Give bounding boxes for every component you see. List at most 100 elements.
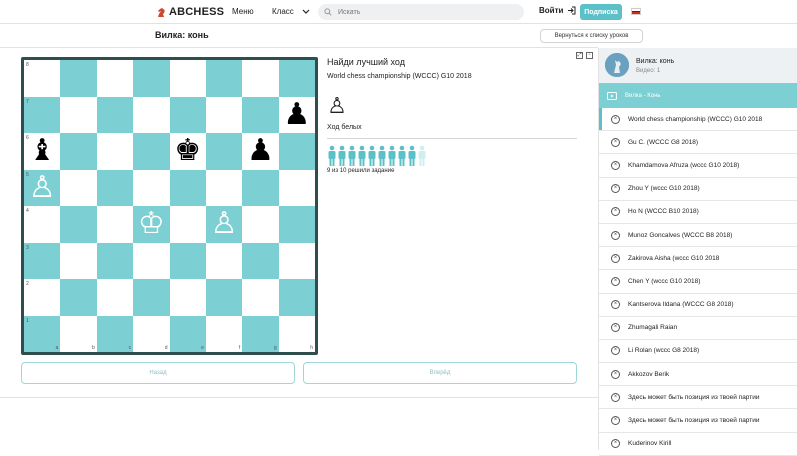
- square-g1[interactable]: g: [242, 315, 279, 352]
- square-a7[interactable]: 7: [24, 96, 61, 133]
- square-f8[interactable]: [205, 60, 243, 97]
- square-b4[interactable]: [60, 206, 97, 243]
- square-c6[interactable]: [96, 133, 134, 170]
- position-list-item[interactable]: × Chen Y (wccc G10 2018): [599, 270, 797, 294]
- square-e6[interactable]: ♚: [169, 133, 206, 170]
- white-pawn-c4-icon[interactable]: ♙: [97, 206, 133, 243]
- square-h1[interactable]: h: [278, 315, 315, 352]
- subscribe-button[interactable]: Подписка: [580, 4, 622, 20]
- position-list-item[interactable]: × Gu C. (WCCC G8 2018): [599, 131, 797, 155]
- square-c4[interactable]: ♙: [96, 206, 134, 243]
- square-c1[interactable]: c: [96, 315, 134, 352]
- square-g8[interactable]: [242, 60, 279, 97]
- position-list-item[interactable]: × Здесь может быть позиция из твоей парти…: [599, 386, 797, 410]
- square-d5[interactable]: [133, 169, 170, 206]
- square-f5[interactable]: [205, 169, 243, 206]
- square-d7[interactable]: [133, 96, 170, 133]
- black-pawn-h7-icon[interactable]: ♟: [279, 97, 315, 134]
- square-f2[interactable]: [205, 279, 243, 316]
- square-g5[interactable]: [242, 169, 279, 206]
- back-to-lessons-button[interactable]: Вернуться к списку уроков: [540, 29, 643, 43]
- lesson-header[interactable]: Вилка: конь Видео: 1: [599, 48, 797, 83]
- square-a8[interactable]: 8: [24, 60, 61, 97]
- white-king-d4-icon[interactable]: ♔: [133, 206, 169, 243]
- position-list-item[interactable]: × Kantserova Ildana (WCCC G8 2018): [599, 294, 797, 317]
- square-f3[interactable]: [205, 242, 243, 279]
- square-g7[interactable]: [242, 96, 279, 133]
- square-d2[interactable]: [133, 279, 170, 316]
- square-g6[interactable]: ♟: [242, 133, 279, 170]
- square-c3[interactable]: [96, 242, 134, 279]
- square-b6[interactable]: [60, 133, 97, 170]
- square-b1[interactable]: b: [60, 315, 97, 352]
- square-h6[interactable]: [278, 133, 315, 170]
- square-e3[interactable]: [169, 242, 206, 279]
- square-f1[interactable]: f: [205, 315, 243, 352]
- white-pawn-h3-icon[interactable]: ♙: [279, 243, 315, 280]
- square-a1[interactable]: 1a: [24, 315, 61, 352]
- square-f4[interactable]: ♙: [205, 206, 243, 243]
- square-c2[interactable]: [96, 279, 134, 316]
- white-pawn-d3-icon[interactable]: ♙: [133, 243, 169, 280]
- square-e8[interactable]: [169, 60, 206, 97]
- square-g3[interactable]: [242, 242, 279, 279]
- square-d4[interactable]: ♔: [133, 206, 170, 243]
- login-button[interactable]: Войти: [539, 6, 576, 15]
- square-d1[interactable]: d: [133, 315, 170, 352]
- chess-board[interactable]: 8 7 ♟ 6 ♝ ♚ ♟ 5 ♙ 4 ♙ ♔ ♙ ♙ 3 ♘ ♙ ♙ 2 1 a b c d e f g h: [21, 57, 318, 355]
- square-e1[interactable]: e: [169, 315, 206, 352]
- position-list-item[interactable]: × Ho N (WCCC B10 2018): [599, 201, 797, 224]
- square-e2[interactable]: [169, 279, 206, 316]
- white-pawn-a5-icon[interactable]: ♙: [24, 170, 60, 207]
- fullscreen-icon[interactable]: ⤢: [576, 52, 583, 59]
- back-button[interactable]: Назад: [21, 362, 295, 384]
- position-list-item[interactable]: × Akkozov Berik: [599, 363, 797, 387]
- white-knight-b3-icon[interactable]: ♘: [60, 243, 96, 280]
- logo[interactable]: ABCHESS: [155, 6, 224, 18]
- menu-link[interactable]: Меню: [232, 7, 254, 16]
- square-h3[interactable]: ♙: [278, 242, 315, 280]
- square-c7[interactable]: [96, 96, 134, 133]
- position-list-item[interactable]: × Khamdamova Afruza (wccc G10 2018): [599, 154, 797, 178]
- position-list-item[interactable]: × Munoz Goncalves (WCCC B8 2018): [599, 224, 797, 248]
- square-b5[interactable]: [60, 169, 97, 206]
- black-bishop-a6-icon[interactable]: ♝: [24, 133, 60, 170]
- position-list-item[interactable]: × Zhumagali Raian: [599, 317, 797, 340]
- square-h7[interactable]: ♟: [278, 96, 315, 134]
- square-a6[interactable]: 6 ♝: [24, 133, 61, 170]
- position-list-item[interactable]: × Li Rolan (wccc G8 2018): [599, 340, 797, 364]
- square-d6[interactable]: [133, 133, 170, 170]
- square-b7[interactable]: [60, 96, 97, 133]
- search-box[interactable]: [318, 4, 524, 20]
- square-a2[interactable]: 2: [24, 279, 61, 316]
- square-b2[interactable]: [60, 279, 97, 316]
- language-flag-icon[interactable]: [631, 8, 641, 15]
- square-e4[interactable]: [169, 206, 206, 243]
- square-c5[interactable]: [96, 169, 134, 206]
- position-list-item[interactable]: × Zhou Y (wccc G10 2018): [599, 178, 797, 201]
- square-b3[interactable]: ♘: [60, 242, 97, 280]
- window-icon[interactable]: ▫: [586, 52, 593, 59]
- square-f7[interactable]: [205, 96, 243, 133]
- search-input[interactable]: [338, 8, 508, 16]
- square-g4[interactable]: ♙: [242, 206, 279, 243]
- forward-button[interactable]: Вперёд: [303, 362, 577, 384]
- video-item[interactable]: Вилка - Конь: [599, 83, 797, 108]
- square-f6[interactable]: [205, 133, 243, 170]
- position-list-item[interactable]: × Здесь может быть позиция из твоей парти…: [599, 409, 797, 433]
- position-list-item[interactable]: × Kuderinov Kirill: [599, 433, 797, 456]
- square-h4[interactable]: [278, 206, 315, 243]
- square-c8[interactable]: [96, 60, 134, 97]
- square-d3[interactable]: ♙: [133, 242, 170, 280]
- square-a4[interactable]: 4: [24, 206, 61, 243]
- square-a3[interactable]: 3: [24, 242, 61, 279]
- position-list-item[interactable]: × World chess championship (WCCC) G10 201…: [599, 108, 797, 132]
- square-b8[interactable]: [60, 60, 97, 97]
- position-list-item[interactable]: × Zakirova Aisha (wccc G10 2018: [599, 247, 797, 271]
- square-e5[interactable]: [169, 169, 206, 206]
- square-h5[interactable]: [278, 169, 315, 206]
- white-pawn-f4-icon[interactable]: ♙: [206, 206, 242, 243]
- class-dropdown[interactable]: Класс: [272, 7, 310, 16]
- square-e7[interactable]: [169, 96, 206, 133]
- square-d8[interactable]: [133, 60, 170, 97]
